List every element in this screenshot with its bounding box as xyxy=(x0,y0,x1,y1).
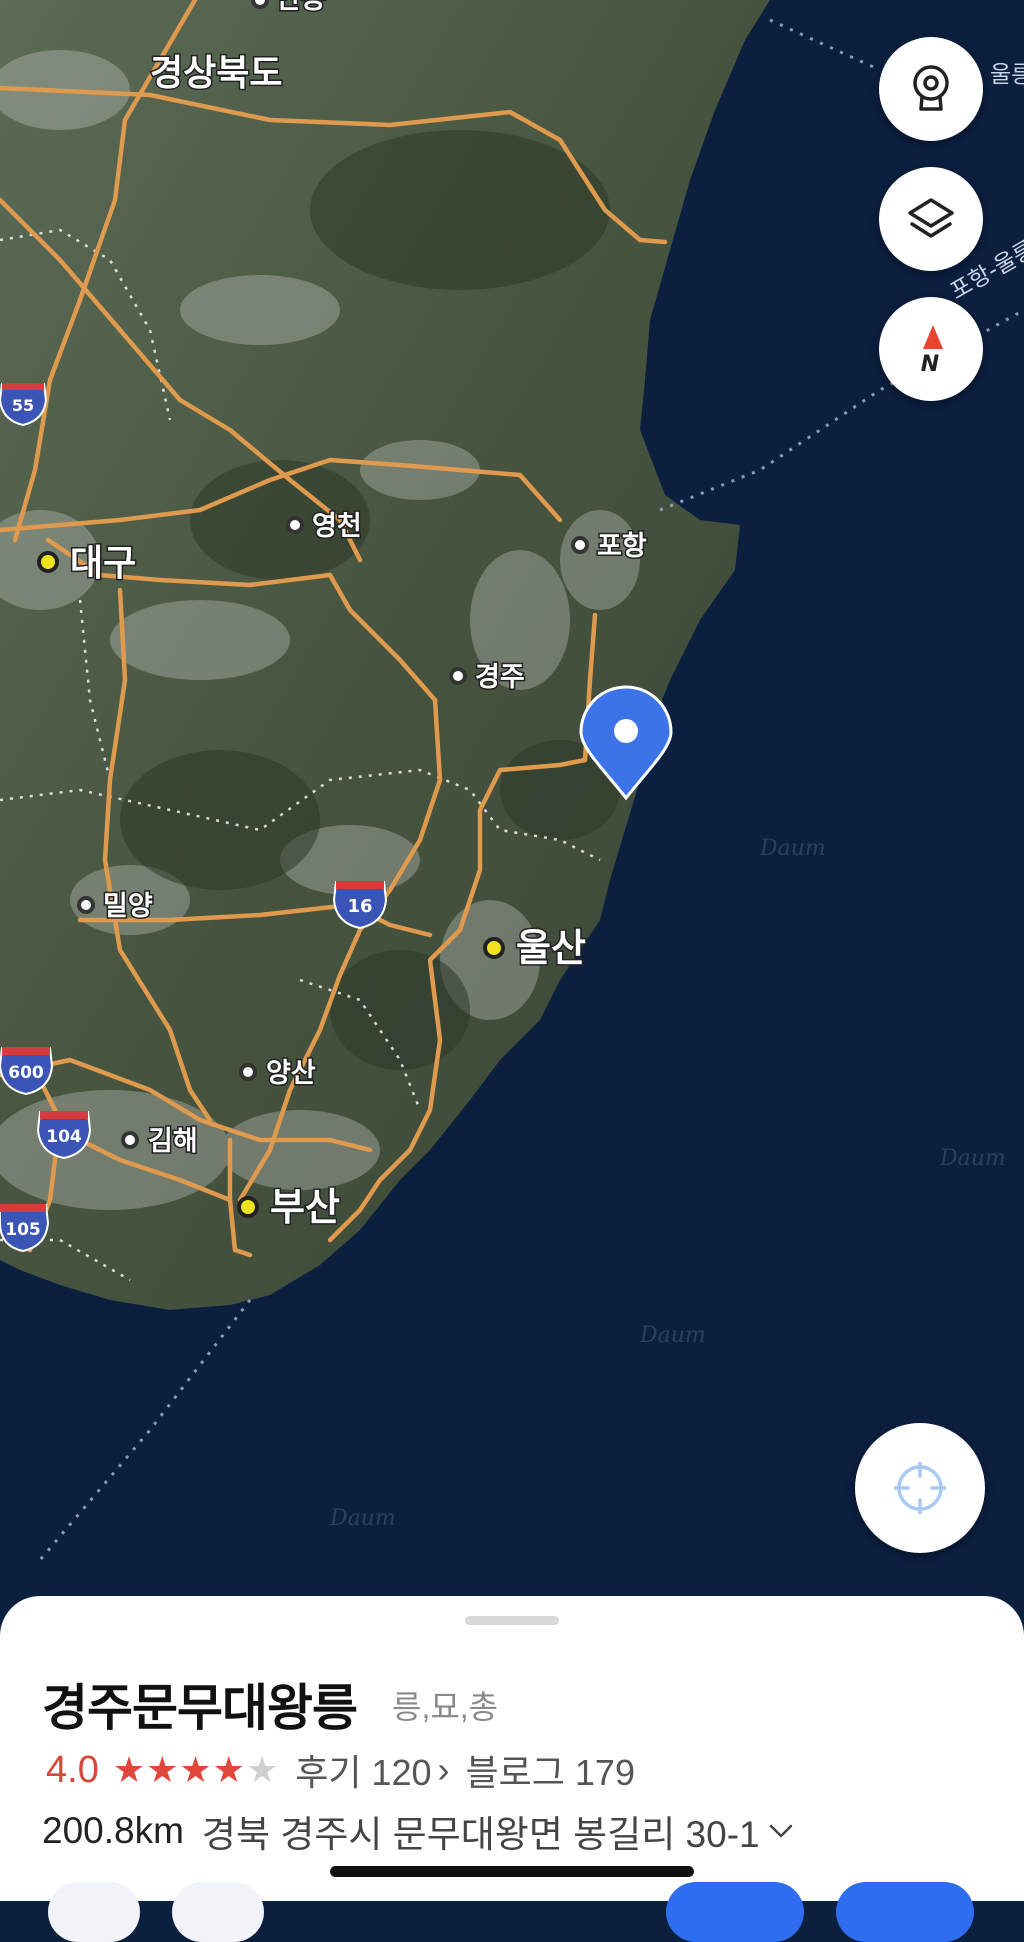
action-button[interactable] xyxy=(172,1882,264,1942)
map-label-busan[interactable]: 부산 xyxy=(269,1184,342,1231)
place-category: 릉,묘,총 xyxy=(392,1689,499,1725)
svg-text:55: 55 xyxy=(12,396,34,415)
streetview-icon xyxy=(913,65,949,111)
blog-link[interactable]: 블로그 179 xyxy=(466,1744,635,1796)
map-label-province: 경상북도 xyxy=(150,53,282,94)
map-label-gimhae[interactable]: 김해 xyxy=(147,1125,200,1159)
map-watermark: Daum xyxy=(939,1146,1006,1171)
rating-row: 4.0 ★★★★★ 후기 120 › 블로그 179 xyxy=(46,1744,635,1796)
layers-icon xyxy=(908,198,954,238)
map-label-daegu[interactable]: 대구 xyxy=(69,542,138,586)
star-filled-icon: ★ xyxy=(179,1749,212,1790)
action-button[interactable] xyxy=(48,1882,140,1942)
map-label-top-cut[interactable]: 안동 xyxy=(275,0,328,17)
star-rating: ★★★★★ xyxy=(113,1749,279,1791)
home-indicator xyxy=(330,1866,694,1877)
star-filled-icon: ★ xyxy=(212,1749,245,1790)
map-label-yeongcheon[interactable]: 영천 xyxy=(311,510,364,544)
my-location-button[interactable] xyxy=(855,1423,985,1553)
place-bottom-sheet[interactable]: 경주문무대왕릉 릉,묘,총 4.0 ★★★★★ 후기 120 › 블로그 179… xyxy=(0,1596,1024,1901)
map-label-miryang[interactable]: 밀양 xyxy=(102,890,155,924)
action-button[interactable] xyxy=(666,1882,804,1942)
svg-text:600: 600 xyxy=(8,1063,44,1083)
streetview-button[interactable] xyxy=(879,37,983,141)
chevron-down-icon[interactable] xyxy=(768,1822,794,1840)
place-title: 경주문무대왕릉 xyxy=(42,1680,358,1736)
action-button[interactable] xyxy=(836,1882,974,1942)
map-label-gyeongju[interactable]: 경주 xyxy=(474,661,527,695)
address: 경북 경주시 문무대왕면 봉길리 30-1 xyxy=(201,1814,760,1855)
map-label-pohang[interactable]: 포항 xyxy=(596,530,649,564)
star-empty-icon: ★ xyxy=(245,1749,279,1790)
map-watermark: Daum xyxy=(759,836,826,861)
star-filled-icon: ★ xyxy=(146,1749,179,1790)
layers-button[interactable] xyxy=(879,167,983,271)
crosshair-icon xyxy=(894,1462,946,1514)
map-label-yangsan[interactable]: 양산 xyxy=(265,1057,318,1091)
compass-icon: N xyxy=(921,325,943,375)
chevron-right-icon: › xyxy=(437,1749,450,1790)
svg-text:105: 105 xyxy=(5,1220,41,1240)
sheet-drag-handle[interactable] xyxy=(465,1616,559,1625)
map-label-edge: 울릉 xyxy=(990,62,1024,88)
svg-text:16: 16 xyxy=(347,896,372,917)
star-filled-icon: ★ xyxy=(112,1749,146,1790)
map-watermark: Daum xyxy=(639,1323,706,1348)
address-row[interactable]: 200.8km 경북 경주시 문무대왕면 봉길리 30-1 xyxy=(42,1804,794,1858)
map-watermark: Daum xyxy=(329,1506,396,1531)
compass-letter: N xyxy=(921,352,939,375)
rating-value: 4.0 xyxy=(46,1748,99,1791)
compass-button[interactable]: N xyxy=(879,297,983,401)
reviews-link[interactable]: 후기 120 xyxy=(295,1744,431,1796)
map-label-ulsan[interactable]: 울산 xyxy=(515,925,588,972)
svg-text:104: 104 xyxy=(46,1127,82,1147)
distance: 200.8km xyxy=(42,1810,184,1851)
